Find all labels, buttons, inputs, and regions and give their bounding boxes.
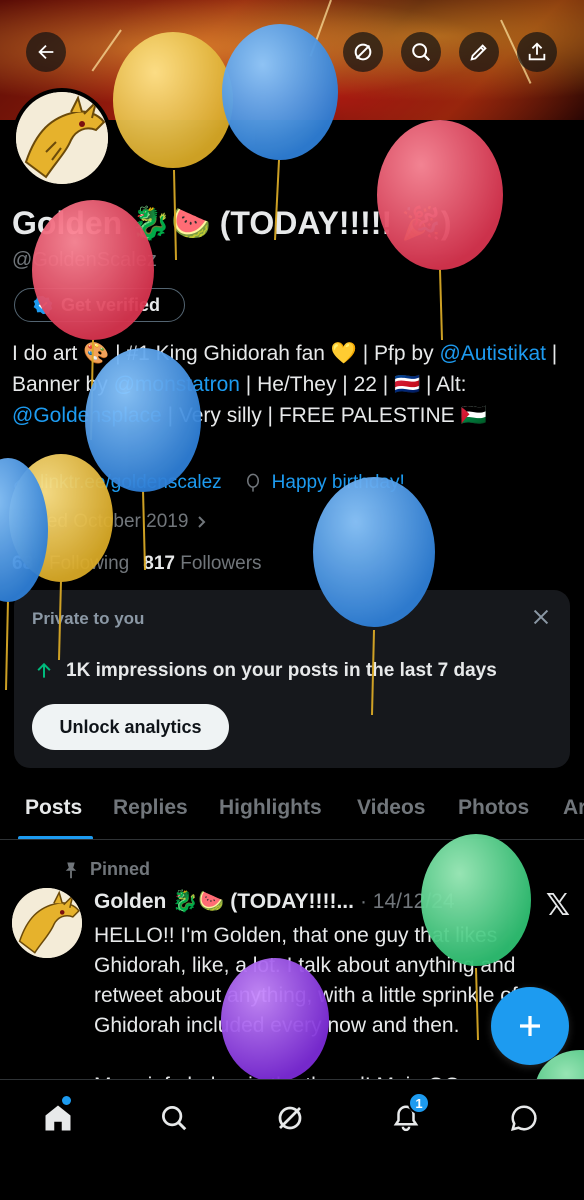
messages-icon [510, 1105, 537, 1132]
profile-website-link[interactable]: linktr.ee/goldenscalez [40, 472, 222, 494]
arrow-up-icon [37, 662, 51, 678]
post-author-name[interactable]: Golden 🐉🍉 (TODAY!!!!... [94, 890, 354, 914]
plus-icon [520, 1016, 540, 1036]
analytics-card: Private to you 1K impressions on your po… [14, 590, 570, 768]
share-icon [528, 42, 546, 61]
compose-post-button[interactable] [491, 987, 569, 1065]
profile-tabs: Posts Replies Highlights Videos Photos A… [0, 784, 584, 840]
profile-avatar[interactable] [12, 88, 112, 188]
tab-replies[interactable]: Replies [113, 796, 188, 820]
profile-meta-row: linktr.ee/goldenscalez Happy birthday! [12, 472, 405, 494]
followers-label: Followers [180, 553, 262, 574]
following-link[interactable]: 687 Following [12, 553, 129, 575]
profile-name: Golden 🐉🍉 (TODAY!!!!! 🎉) [12, 205, 452, 241]
joined-date[interactable]: Joined October 2019 [12, 511, 208, 533]
home-icon [45, 1105, 71, 1131]
post-author-avatar[interactable] [12, 888, 82, 958]
arrow-left-icon [38, 44, 54, 60]
notification-count-badge: 1 [408, 1092, 430, 1114]
tab-videos[interactable]: Videos [357, 796, 425, 820]
birthday-label: Happy birthday! [271, 472, 405, 493]
nav-notifications[interactable]: 1 [386, 1092, 430, 1138]
card-private-label: Private to you [32, 609, 145, 628]
post-text[interactable]: HELLO!! I'm Golden, that one guy that li… [94, 921, 554, 1101]
tab-articles[interactable]: Articles [563, 796, 584, 820]
bottom-navigation: 1 [0, 1079, 584, 1200]
tab-posts[interactable]: Posts [25, 796, 82, 820]
nav-home[interactable] [38, 1096, 78, 1138]
verified-badge-icon [33, 295, 53, 315]
search-icon [162, 1106, 187, 1131]
unlock-analytics-button[interactable]: Unlock analytics [32, 704, 229, 750]
card-close-button[interactable] [530, 606, 552, 633]
get-verified-label: Get verified [61, 294, 161, 315]
active-tab-indicator [18, 836, 93, 839]
grok-button[interactable] [343, 32, 383, 72]
dragon-avatar-image [16, 92, 108, 184]
pinned-indicator: Pinned [62, 859, 150, 880]
bio-mention-goldensplace[interactable]: @Goldensplace [12, 404, 162, 427]
follow-stats: 687 Following 817 Followers [12, 553, 262, 575]
tab-photos[interactable]: Photos [458, 796, 529, 820]
profile-bio: I do art 🎨 | #1 King Ghidorah fan 💛 | Pf… [12, 338, 572, 431]
close-icon [533, 609, 549, 625]
nav-search[interactable] [154, 1098, 194, 1138]
tab-highlights[interactable]: Highlights [219, 796, 322, 820]
search-button[interactable] [401, 32, 441, 72]
bio-mention-autistikat[interactable]: @Autistikat [439, 342, 546, 365]
pin-icon [65, 862, 77, 878]
get-verified-button[interactable]: Get verified [14, 288, 185, 322]
link-icon [14, 476, 28, 490]
bio-text: | He/They | 22 | 🇨🇷 | Alt: [239, 373, 467, 396]
x-logo-icon: 𝕏 [545, 889, 570, 922]
search-icon [412, 43, 431, 62]
share-button[interactable] [517, 32, 557, 72]
following-count: 687 [12, 553, 44, 574]
bio-mention-monstatron[interactable]: @monstatron [114, 373, 240, 396]
pinned-label: Pinned [90, 859, 151, 879]
edit-icon [470, 44, 487, 61]
bio-text: | Very silly | FREE PALESTINE 🇵🇸 [161, 404, 487, 427]
grok-icon [278, 1106, 302, 1130]
edit-profile-button[interactable] [459, 32, 499, 72]
followers-link[interactable]: 817 Followers [143, 553, 261, 575]
back-button[interactable] [26, 32, 66, 72]
nav-messages[interactable] [504, 1098, 544, 1138]
impressions-text: 1K impressions on your posts in the last… [66, 660, 497, 681]
profile-handle: @GoldenScalez [12, 249, 157, 271]
following-label: Following [48, 553, 130, 574]
dragon-avatar-image [12, 888, 82, 958]
chevron-right-icon [198, 516, 206, 528]
bio-text: I do art 🎨 | #1 King Ghidorah fan 💛 | Pf… [12, 342, 440, 365]
impressions-line: 1K impressions on your posts in the last… [34, 660, 497, 682]
post-paragraph: HELLO!! I'm Golden, that one guy that li… [94, 924, 518, 1037]
post-header: Golden 🐉🍉 (TODAY!!!!... · 14/12/24 [94, 890, 455, 914]
post-date[interactable]: · 14/12/24 [360, 890, 455, 914]
followers-count: 817 [143, 553, 175, 574]
grok-icon [354, 43, 372, 61]
home-unread-dot [62, 1096, 71, 1105]
balloon-icon [246, 473, 259, 492]
joined-text: Joined October 2019 [12, 511, 189, 532]
nav-grok[interactable] [270, 1098, 310, 1138]
